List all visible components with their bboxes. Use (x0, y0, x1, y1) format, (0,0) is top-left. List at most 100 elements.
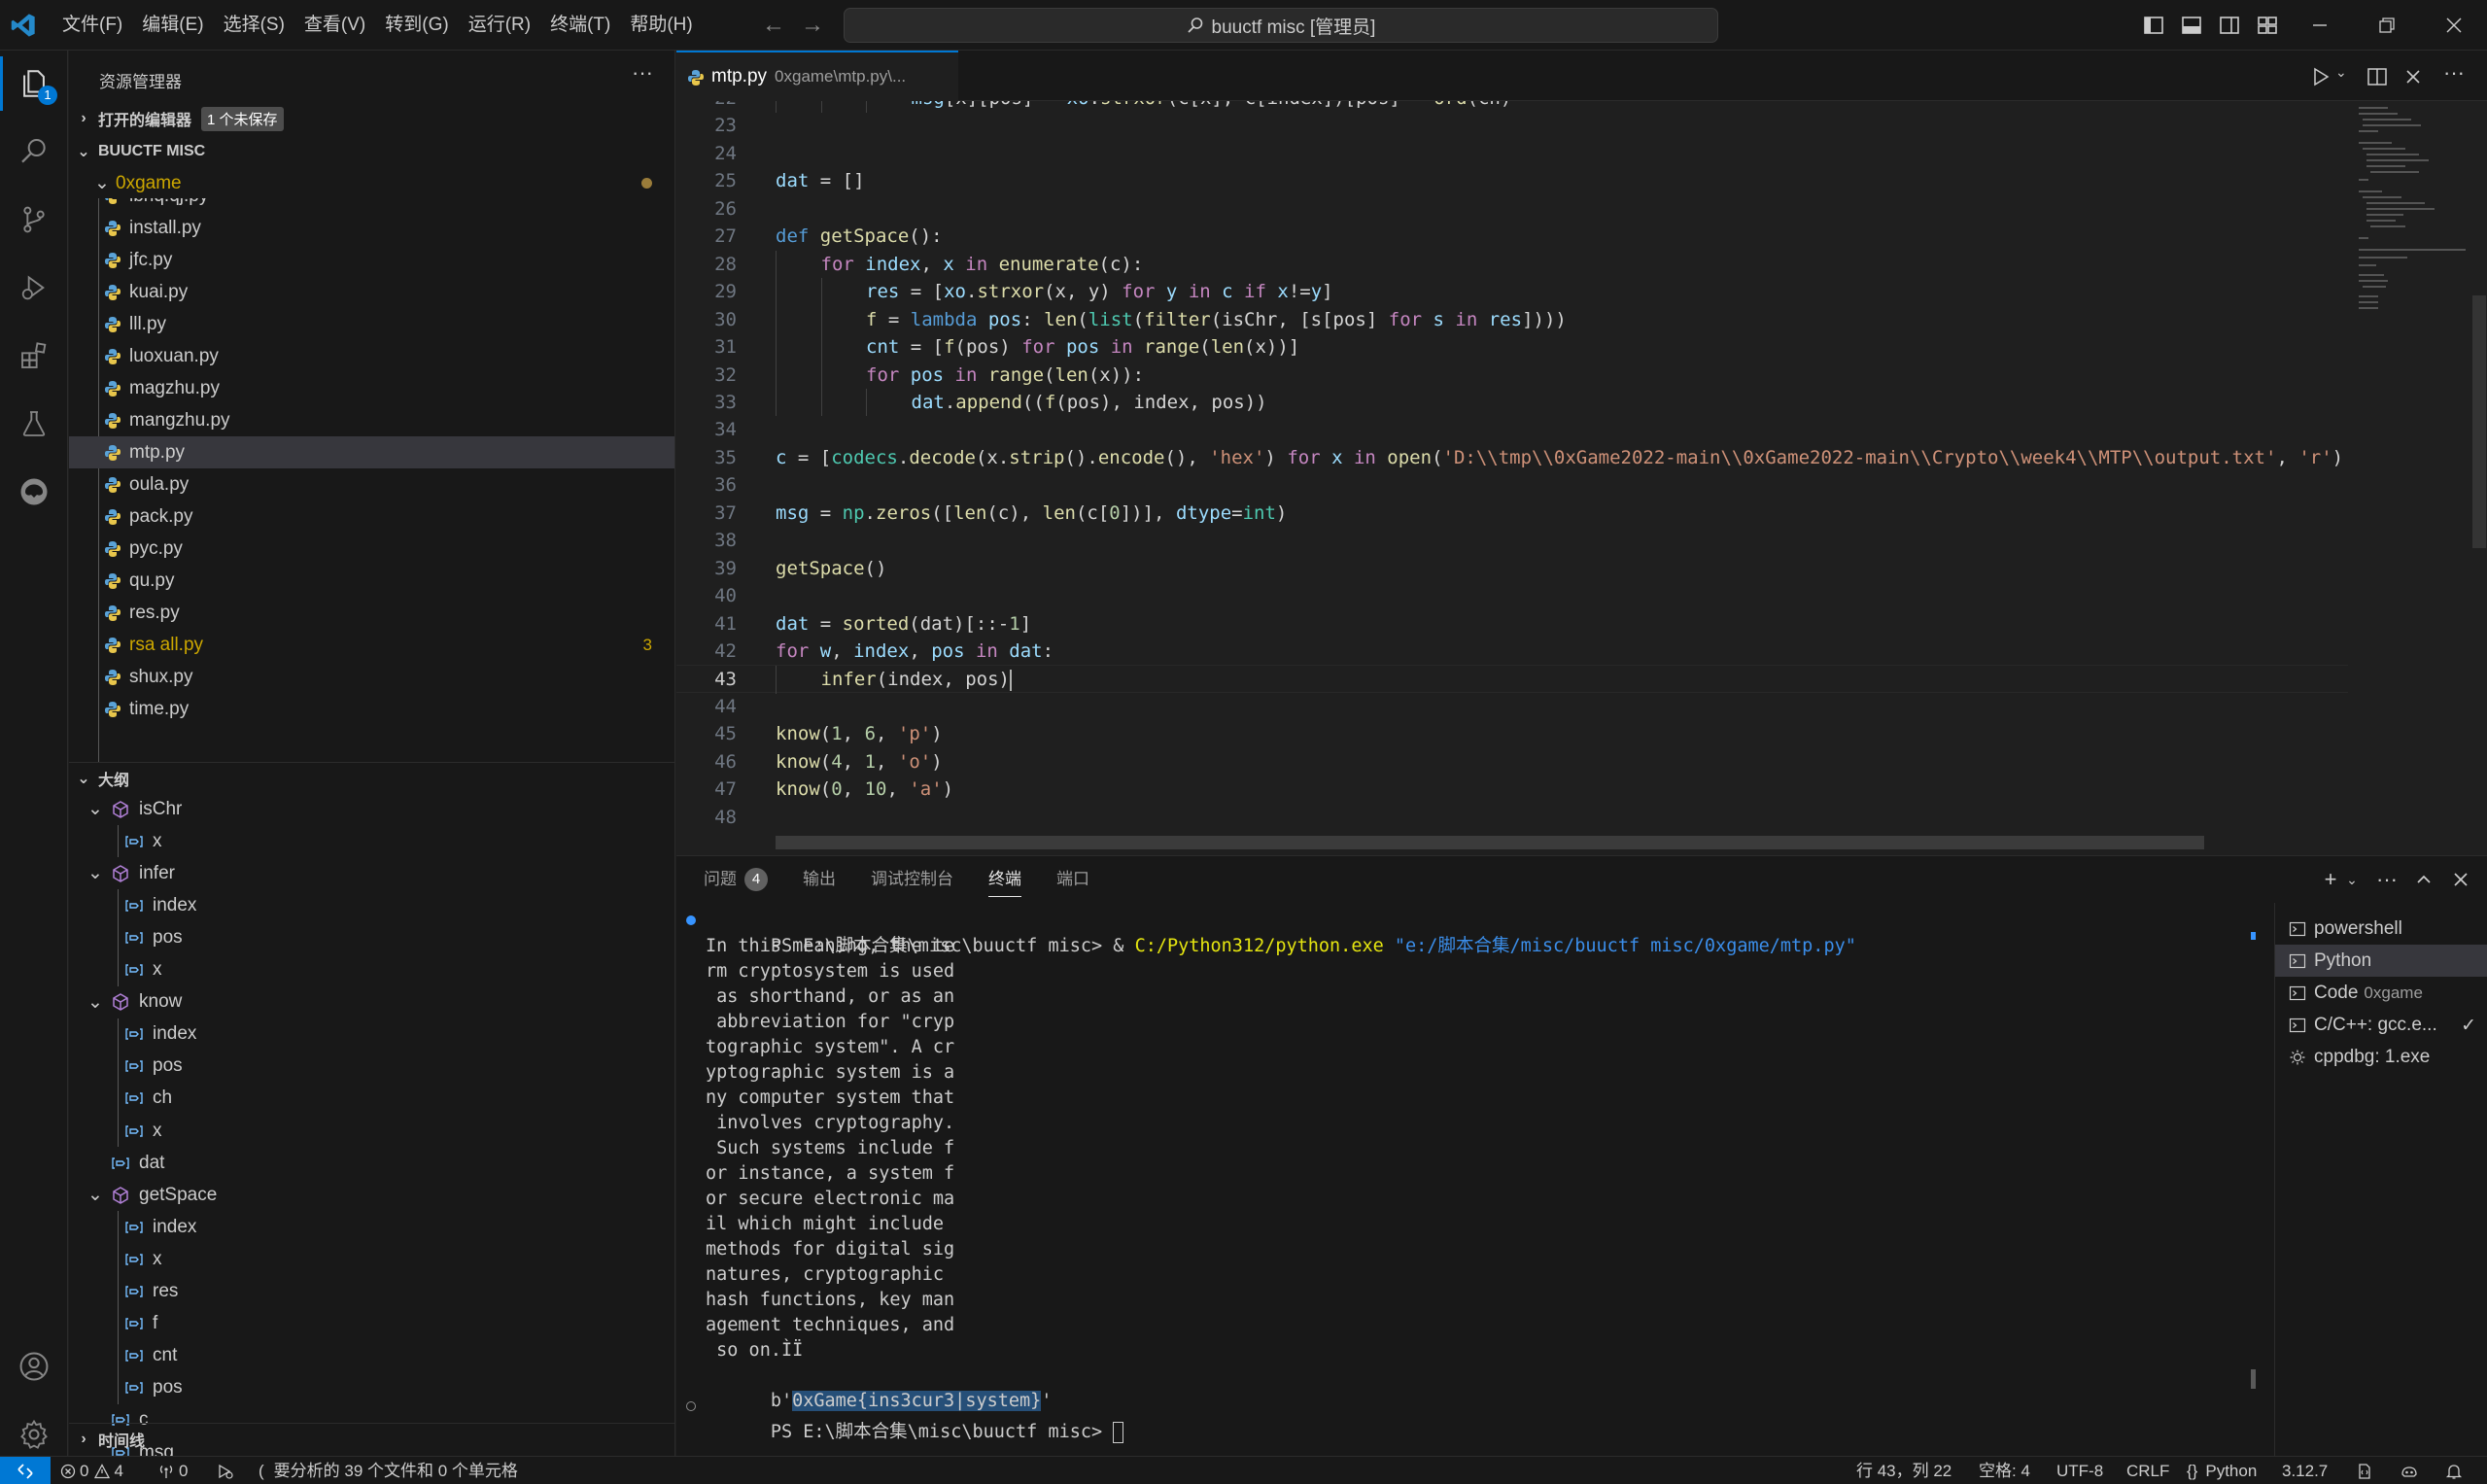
tab-output[interactable]: 输出 (803, 856, 836, 903)
outline-variable-item[interactable]: pos (69, 921, 674, 953)
menu-terminal[interactable]: 终端(T) (540, 0, 620, 51)
file-item[interactable]: pyc.py (69, 533, 674, 565)
customize-layout-icon[interactable] (2256, 14, 2279, 37)
outline-function-item[interactable]: ⌄ getSpace (69, 1179, 674, 1211)
close-editor-icon[interactable] (2402, 66, 2424, 87)
run-python-file-icon[interactable] (2310, 66, 2332, 87)
toggle-primary-sidebar-icon[interactable] (2142, 14, 2165, 37)
file-item[interactable]: time.py (69, 693, 674, 725)
file-item[interactable]: lbnq.qj.py (69, 198, 674, 212)
terminal-scrollbar[interactable] (2251, 1369, 2256, 1389)
horizontal-scrollbar[interactable] (776, 836, 2204, 849)
copilot-status[interactable] (2400, 1457, 2419, 1484)
file-item[interactable]: jfc.py (69, 244, 674, 276)
timeline-section[interactable]: › 时间线 (69, 1423, 674, 1454)
close-panel-icon[interactable] (2449, 868, 2472, 891)
outline-function-item[interactable]: ⌄ infer (69, 857, 674, 889)
remote-explorer-button[interactable] (17, 474, 52, 509)
close-window-button[interactable] (2426, 0, 2482, 51)
workspace-section[interactable]: ⌄ BUUCTF MISC (69, 136, 674, 167)
encoding-status[interactable]: UTF-8 (2056, 1457, 2103, 1484)
back-arrow-icon[interactable]: ← (760, 12, 787, 39)
file-item[interactable]: magzhu.py (69, 372, 674, 404)
file-item[interactable]: qu.py (69, 565, 674, 597)
toggle-secondary-sidebar-icon[interactable] (2218, 14, 2241, 37)
analysis-status[interactable]: ( 要分析的 39 个文件和 0 个单元格 (259, 1457, 518, 1484)
file-item[interactable]: mtp.py (69, 436, 674, 468)
run-debug-button[interactable] (17, 270, 52, 305)
notifications-button[interactable] (2445, 1457, 2463, 1484)
explorer-more-actions-button[interactable]: ··· (632, 60, 653, 86)
language-mode-status[interactable]: {} Python (2187, 1457, 2257, 1484)
tab-mtp-py[interactable]: mtp.py 0xgame\mtp.py\... (676, 51, 958, 101)
extensions-button[interactable] (17, 338, 52, 373)
ports-status[interactable]: 0 (157, 1457, 188, 1484)
outline-variable-item[interactable]: index (69, 1018, 674, 1051)
outline-variable-item[interactable]: index (69, 889, 674, 921)
tab-ports[interactable]: 端口 (1056, 856, 1089, 903)
editor-more-actions-icon[interactable]: ··· (2443, 60, 2465, 86)
source-control-button[interactable] (17, 202, 52, 237)
terminal-instance[interactable]: powershell (2275, 913, 2487, 945)
file-item[interactable]: lll.py (69, 308, 674, 340)
menu-file[interactable]: 文件(F) (52, 0, 132, 51)
search-view-button[interactable] (17, 134, 52, 169)
split-editor-icon[interactable] (2366, 66, 2388, 87)
outline-variable-item[interactable]: ch (69, 1083, 674, 1115)
launch-indicator[interactable] (216, 1457, 235, 1484)
outline-variable-item[interactable]: f (69, 1308, 674, 1340)
open-editors-section[interactable]: › 打开的编辑器 1 个未保存 (69, 103, 674, 134)
menu-run[interactable]: 运行(R) (459, 0, 540, 51)
forward-arrow-icon[interactable]: → (799, 12, 826, 39)
run-dropdown-chevron-icon[interactable]: ⌄ (2335, 64, 2347, 81)
toggle-panel-icon[interactable] (2180, 14, 2203, 37)
outline-variable-item[interactable]: pos (69, 1051, 674, 1083)
file-item[interactable]: oula.py (69, 468, 674, 500)
command-center-search[interactable]: buuctf misc [管理员] (844, 8, 1718, 43)
outline-variable-item[interactable]: x (69, 1115, 674, 1147)
terminal-instance[interactable]: Code 0xgame (2275, 977, 2487, 1009)
outline-variable-item[interactable]: x (69, 954, 674, 986)
minimap[interactable] (2355, 101, 2471, 851)
eol-status[interactable]: CRLF (2126, 1457, 2169, 1484)
outline-variable-item[interactable]: index (69, 1211, 674, 1243)
manage-settings-button[interactable] (17, 1417, 52, 1452)
outline-section[interactable]: ⌄ 大纲 (69, 762, 674, 793)
menu-view[interactable]: 查看(V) (294, 0, 375, 51)
outline-variable-item[interactable]: dat (69, 1147, 674, 1179)
outline-variable-item[interactable]: cnt (69, 1340, 674, 1372)
terminal-dropdown-chevron-icon[interactable]: ⌄ (2340, 868, 2364, 891)
tab-debug-console[interactable]: 调试控制台 (871, 856, 953, 903)
file-item[interactable]: rsa all.py 3 (69, 629, 674, 661)
terminal-instance[interactable]: cppdbg: 1.exe (2275, 1042, 2487, 1074)
file-item[interactable]: install.py (69, 212, 674, 244)
explorer-button[interactable]: 1 (0, 56, 57, 111)
tab-terminal[interactable]: 终端 (988, 856, 1021, 903)
menu-go[interactable]: 转到(G) (375, 0, 458, 51)
editor-language-status[interactable] (2356, 1457, 2373, 1484)
file-item[interactable]: luoxuan.py (69, 340, 674, 372)
code-editor[interactable]: 22msg[x][pos] = xo.strxor(c[x], c[index]… (676, 101, 2487, 851)
outline-variable-item[interactable]: pos (69, 1372, 674, 1404)
restore-window-button[interactable] (2359, 0, 2415, 51)
accounts-button[interactable] (17, 1349, 52, 1384)
menu-edit[interactable]: 编辑(E) (132, 0, 213, 51)
tab-problems[interactable]: 问题 4 (704, 856, 768, 903)
file-item[interactable]: pack.py (69, 500, 674, 533)
file-item[interactable]: shux.py (69, 661, 674, 693)
outline-function-item[interactable]: ⌄ know (69, 986, 674, 1018)
menu-help[interactable]: 帮助(H) (620, 0, 702, 51)
vertical-scrollbar[interactable] (2472, 295, 2486, 548)
terminal-instance[interactable]: Python (2275, 945, 2487, 978)
minimize-window-button[interactable] (2292, 0, 2348, 51)
outline-variable-item[interactable]: x (69, 825, 674, 857)
new-terminal-plus-icon[interactable]: + (2319, 868, 2342, 891)
folder-0xgame[interactable]: ⌄ 0xgame (69, 167, 674, 199)
terminal-output[interactable]: PS E:\脚本合集\misc\buuctf misc> & C:/Python… (676, 903, 2261, 1457)
terminal-instance[interactable]: C/C++: gcc.e... ✓ (2275, 1010, 2487, 1042)
outline-variable-item[interactable]: res (69, 1276, 674, 1308)
remote-indicator-button[interactable] (0, 1457, 51, 1484)
file-item[interactable]: kuai.py (69, 276, 674, 308)
menu-selection[interactable]: 选择(S) (214, 0, 294, 51)
file-item[interactable]: res.py (69, 597, 674, 629)
